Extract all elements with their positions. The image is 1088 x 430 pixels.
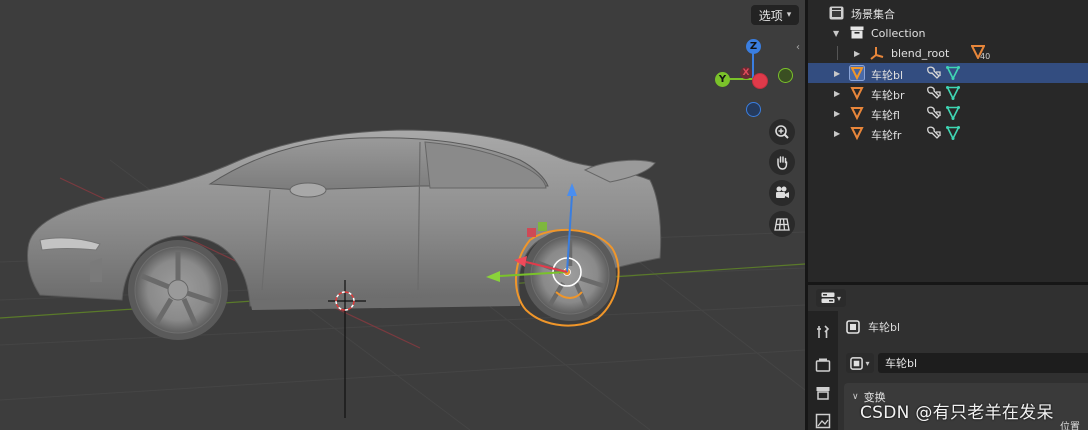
scene-collection-icon: [829, 6, 844, 20]
editor-type-dropdown[interactable]: ▾: [816, 289, 846, 307]
gizmo-x-positive-ball[interactable]: [752, 73, 768, 89]
tree-line: [837, 46, 838, 60]
camera-icon[interactable]: [769, 180, 795, 206]
expand-right-icon[interactable]: ▶: [834, 109, 840, 118]
expand-right-icon[interactable]: ▶: [834, 129, 840, 138]
object-label: 车轮br: [871, 89, 905, 102]
sidebar-toggle-icon[interactable]: ‹: [796, 42, 800, 53]
object-name-field[interactable]: 车轮bl: [878, 353, 1088, 373]
gizmo-y-ball[interactable]: Y: [715, 72, 730, 87]
mesh-object-icon: [849, 85, 864, 101]
car-model: [27, 129, 662, 340]
options-label: 选项: [758, 8, 783, 23]
modifier-wrench-icon[interactable]: [926, 66, 941, 80]
expand-right-icon[interactable]: ▶: [834, 69, 840, 78]
3d-cursor: [328, 280, 366, 418]
viewport-options-dropdown[interactable]: 选项 ▾: [751, 5, 799, 25]
tool-tab-icon[interactable]: [813, 322, 833, 342]
outliner-blend-root-row[interactable]: ▶ blend_root 40: [808, 43, 1088, 63]
expand-down-icon[interactable]: ▼: [833, 29, 839, 38]
properties-object-header: 车轮bl: [846, 319, 900, 335]
children-count: 40: [980, 52, 991, 61]
view-layer-tab-icon[interactable]: [813, 411, 833, 430]
mesh-object-icon: [849, 65, 865, 81]
modifier-wrench-icon[interactable]: [926, 106, 941, 120]
modifier-wrench-icon[interactable]: [926, 126, 941, 140]
outliner-object-row[interactable]: ▶ 车轮br: [808, 83, 1088, 103]
mesh-data-icon[interactable]: [946, 126, 960, 141]
object-name-row: ▾ 车轮bl: [846, 353, 1088, 373]
collection-label: Collection: [871, 27, 926, 40]
object-browse-dropdown[interactable]: ▾: [846, 353, 874, 373]
grid-ortho-icon[interactable]: [769, 211, 795, 237]
scene-collection-label: 场景集合: [851, 8, 895, 21]
chevron-down-icon: ▾: [865, 358, 870, 368]
viewport-scene: [0, 52, 805, 430]
gizmo-y-negative-ball[interactable]: [778, 68, 793, 83]
object-title: 车轮bl: [868, 321, 901, 334]
front-wheel: [128, 240, 228, 340]
3d-viewport[interactable]: Z Y X 选项 ▾ ‹: [0, 0, 805, 430]
collection-box-icon: [850, 26, 864, 40]
chevron-down-icon: ▾: [836, 293, 841, 303]
object-square-icon: [846, 320, 860, 334]
mesh-data-icon[interactable]: [946, 66, 960, 81]
outliner-object-row[interactable]: ▶ 车轮fl: [808, 103, 1088, 123]
mesh-object-icon: [849, 125, 864, 141]
location-label-cut: 位置 x: [1060, 422, 1080, 430]
object-square-icon: [850, 356, 864, 370]
outliner-object-row[interactable]: ▶ 车轮fr: [808, 123, 1088, 143]
modifier-wrench-icon[interactable]: [926, 86, 941, 100]
mesh-object-icon: [849, 105, 864, 121]
object-label: 车轮fr: [871, 129, 902, 142]
chevron-down-icon: ∨: [852, 392, 859, 402]
object-label: 车轮fl: [871, 109, 900, 122]
outliner-panel[interactable]: 场景集合 ▼ Collection ▶ blend_root 40 ▶ 车轮bl ▶…: [808, 0, 1088, 282]
outliner-object-row[interactable]: ▶ 车轮bl: [808, 63, 1088, 83]
csdn-watermark: CSDN @有只老羊在发呆: [860, 403, 1054, 423]
empty-object-icon: [870, 46, 884, 60]
blend-root-label: blend_root: [891, 47, 950, 60]
gizmo-x-ball[interactable]: X: [740, 67, 752, 79]
render-tab-icon[interactable]: [813, 355, 833, 375]
outliner-scene-collection[interactable]: 场景集合: [808, 3, 1088, 23]
zoom-icon[interactable]: [769, 119, 795, 145]
output-tab-icon[interactable]: [813, 383, 833, 403]
mesh-data-icon[interactable]: [946, 86, 960, 101]
mesh-data-icon[interactable]: [946, 106, 960, 121]
gizmo-z-negative-ball[interactable]: [746, 102, 761, 117]
object-label: 车轮bl: [871, 69, 904, 82]
gizmo-z-ball[interactable]: Z: [746, 39, 761, 54]
properties-tab-bar: [808, 311, 838, 430]
expand-right-icon[interactable]: ▶: [854, 49, 860, 58]
outliner-collection-row[interactable]: ▼ Collection: [808, 23, 1088, 43]
chevron-down-icon: ▾: [786, 10, 792, 20]
expand-right-icon[interactable]: ▶: [834, 89, 840, 98]
hand-pan-icon[interactable]: [769, 149, 795, 175]
